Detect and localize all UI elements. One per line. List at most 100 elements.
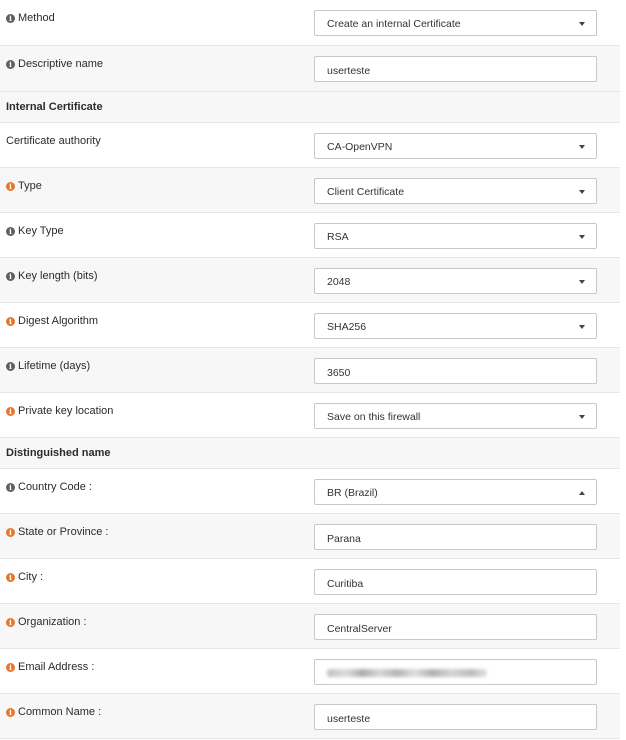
lifetime-input[interactable]: 3650 [314, 358, 597, 384]
common-name-label: i Common Name : [6, 706, 101, 718]
descriptive-name-input[interactable]: userteste [314, 56, 597, 82]
digest-algorithm-value: SHA256 [327, 321, 367, 333]
info-icon[interactable]: i [6, 617, 15, 627]
private-key-location-value: Save on this firewall [327, 411, 421, 423]
certificate-authority-value: CA-OpenVPN [327, 141, 393, 153]
descriptive-name-label-text: Descriptive name [18, 58, 103, 70]
chevron-down-icon [579, 145, 585, 149]
key-length-label: i Key length (bits) [6, 270, 97, 282]
lifetime-label-text: Lifetime (days) [18, 360, 91, 372]
organization-row: i Organization : CentralServer [0, 604, 620, 649]
chevron-down-icon [579, 22, 585, 26]
digest-algorithm-row: i Digest Algorithm SHA256 [0, 303, 620, 348]
organization-label-text: Organization : [18, 616, 87, 628]
descriptive-name-row: i Descriptive name userteste [0, 46, 620, 92]
info-icon[interactable]: i [6, 707, 15, 717]
section-title: Distinguished name [6, 447, 111, 459]
info-icon[interactable]: i [6, 226, 15, 236]
private-key-location-label: i Private key location [6, 405, 113, 417]
key-length-value: 2048 [327, 276, 351, 288]
info-icon[interactable]: i [6, 572, 15, 582]
key-type-label-text: Key Type [18, 225, 64, 237]
private-key-location-row: i Private key location Save on this fire… [0, 393, 620, 438]
method-label-text: Method [18, 12, 55, 24]
digest-algorithm-label-text: Digest Algorithm [18, 315, 99, 327]
chevron-down-icon [579, 280, 585, 284]
certificate-authority-select[interactable]: CA-OpenVPN [314, 133, 597, 159]
chevron-down-icon [579, 190, 585, 194]
chevron-down-icon [579, 415, 585, 419]
type-select[interactable]: Client Certificate [314, 178, 597, 204]
organization-label: i Organization : [6, 616, 86, 628]
key-type-value: RSA [327, 231, 349, 243]
city-value: Curitiba [327, 578, 364, 590]
common-name-row: i Common Name : userteste [0, 694, 620, 739]
type-label-text: Type [18, 180, 42, 192]
country-code-label-text: Country Code : [18, 481, 92, 493]
info-icon[interactable]: i [6, 316, 15, 326]
key-length-label-text: Key length (bits) [18, 270, 98, 282]
city-input[interactable]: Curitiba [314, 569, 597, 595]
lifetime-label: i Lifetime (days) [6, 360, 90, 372]
certificate-authority-row: Certificate authority CA-OpenVPN [0, 123, 620, 168]
descriptive-name-value: userteste [327, 65, 371, 77]
digest-algorithm-select[interactable]: SHA256 [314, 313, 597, 339]
info-icon[interactable]: i [6, 59, 15, 69]
key-type-label: i Key Type [6, 225, 64, 237]
chevron-down-icon [579, 235, 585, 239]
country-code-select[interactable]: BR (Brazil) [314, 479, 597, 505]
section-title: Internal Certificate [6, 101, 103, 113]
common-name-label-text: Common Name : [18, 706, 102, 718]
organization-input[interactable]: CentralServer [314, 614, 597, 640]
descriptive-name-label: i Descriptive name [6, 58, 103, 70]
info-icon[interactable]: i [6, 662, 15, 672]
method-label: i Method [6, 12, 55, 24]
type-value: Client Certificate [327, 186, 405, 198]
method-select-value: Create an internal Certificate [327, 18, 461, 30]
key-type-select[interactable]: RSA [314, 223, 597, 249]
lifetime-value: 3650 [327, 367, 351, 379]
private-key-location-label-text: Private key location [18, 405, 114, 417]
method-select[interactable]: Create an internal Certificate [314, 10, 597, 36]
chevron-down-icon [579, 325, 585, 329]
chevron-up-icon [579, 491, 585, 495]
email-input[interactable] [314, 659, 597, 685]
section-header-internal-certificate: Internal Certificate [0, 92, 620, 123]
certificate-form: i Method Create an internal Certificate … [0, 0, 626, 739]
certificate-authority-label-text: Certificate authority [6, 135, 101, 147]
type-label: i Type [6, 180, 42, 192]
email-row: i Email Address : [0, 649, 620, 694]
state-value: Parana [327, 533, 361, 545]
redacted-email-text [327, 669, 487, 677]
city-label: i City : [6, 571, 43, 583]
country-code-row: i Country Code : BR (Brazil) [0, 469, 620, 514]
lifetime-row: i Lifetime (days) 3650 [0, 348, 620, 393]
email-label-text: Email Address : [18, 661, 95, 673]
state-label: i State or Province : [6, 526, 109, 538]
info-icon[interactable]: i [6, 181, 15, 191]
state-label-text: State or Province : [18, 526, 109, 538]
private-key-location-select[interactable]: Save on this firewall [314, 403, 597, 429]
info-icon[interactable]: i [6, 271, 15, 281]
info-icon[interactable]: i [6, 406, 15, 416]
country-code-value: BR (Brazil) [327, 487, 378, 499]
section-header-distinguished-name: Distinguished name [0, 438, 620, 469]
key-type-row: i Key Type RSA [0, 213, 620, 258]
city-label-text: City : [18, 571, 44, 583]
state-row: i State or Province : Parana [0, 514, 620, 559]
country-code-label: i Country Code : [6, 481, 92, 493]
info-icon[interactable]: i [6, 361, 15, 371]
info-icon[interactable]: i [6, 13, 15, 23]
state-input[interactable]: Parana [314, 524, 597, 550]
info-icon[interactable]: i [6, 482, 15, 492]
city-row: i City : Curitiba [0, 559, 620, 604]
certificate-authority-label: Certificate authority [6, 135, 101, 147]
common-name-value: userteste [327, 713, 371, 725]
method-row: i Method Create an internal Certificate [0, 0, 620, 46]
key-length-select[interactable]: 2048 [314, 268, 597, 294]
common-name-input[interactable]: userteste [314, 704, 597, 730]
digest-algorithm-label: i Digest Algorithm [6, 315, 98, 327]
info-icon[interactable]: i [6, 527, 15, 537]
type-row: i Type Client Certificate [0, 168, 620, 213]
key-length-row: i Key length (bits) 2048 [0, 258, 620, 303]
